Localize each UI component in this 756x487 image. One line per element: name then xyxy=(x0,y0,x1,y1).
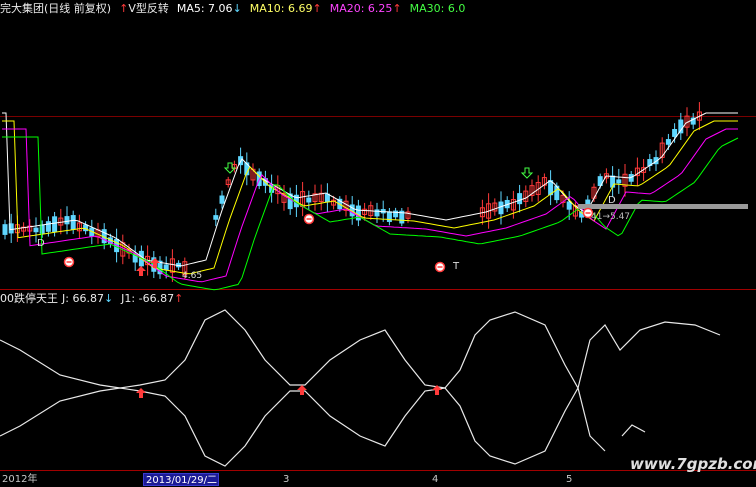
candle-body xyxy=(70,215,76,230)
candle-body xyxy=(45,221,51,232)
watermark: www.7gpzb.com xyxy=(630,455,756,473)
x-label-year: 2012年 xyxy=(2,474,38,485)
buy-arrow-icon xyxy=(136,266,146,276)
x-label-3: 3 xyxy=(283,474,290,485)
buy-arrow-icon xyxy=(297,385,307,395)
current-date-label: 2013/01/29/二 xyxy=(143,473,219,486)
buy-arrow-icon xyxy=(136,388,146,398)
candle-body xyxy=(213,215,219,220)
x-label-4: 4 xyxy=(432,474,439,485)
candle-body xyxy=(566,201,572,210)
candle-body xyxy=(324,193,330,203)
price-range-label: 41→5.47 xyxy=(591,212,631,222)
candle-body xyxy=(64,216,70,225)
candle-body xyxy=(306,197,312,203)
candle-body xyxy=(52,216,58,233)
candle-body xyxy=(2,224,8,235)
oscillator-lines xyxy=(0,309,721,467)
ma10-line xyxy=(2,120,738,275)
candle-body xyxy=(616,179,622,184)
candle-body xyxy=(163,264,169,271)
marker-t: T xyxy=(453,261,460,272)
candle-body xyxy=(498,201,504,215)
candle-body xyxy=(219,195,225,204)
down-arrow-icon xyxy=(520,167,534,179)
candle-body xyxy=(672,129,678,137)
low-price-label: 4.65 xyxy=(182,271,203,281)
marker-d-left: D xyxy=(37,238,45,249)
kline-chart[interactable] xyxy=(0,0,756,487)
candle-body xyxy=(33,227,39,233)
j-line xyxy=(0,309,721,390)
candle-body xyxy=(665,139,671,145)
j1-line xyxy=(0,386,606,467)
marker-d-right: D xyxy=(608,195,616,206)
support-bar xyxy=(578,204,748,209)
candlestick-series xyxy=(2,102,702,282)
moving-average-lines xyxy=(2,112,748,291)
candle-body xyxy=(610,175,616,188)
x-label-5: 5 xyxy=(566,474,573,485)
j1-line-tail xyxy=(621,424,646,437)
candle-body xyxy=(517,193,523,205)
